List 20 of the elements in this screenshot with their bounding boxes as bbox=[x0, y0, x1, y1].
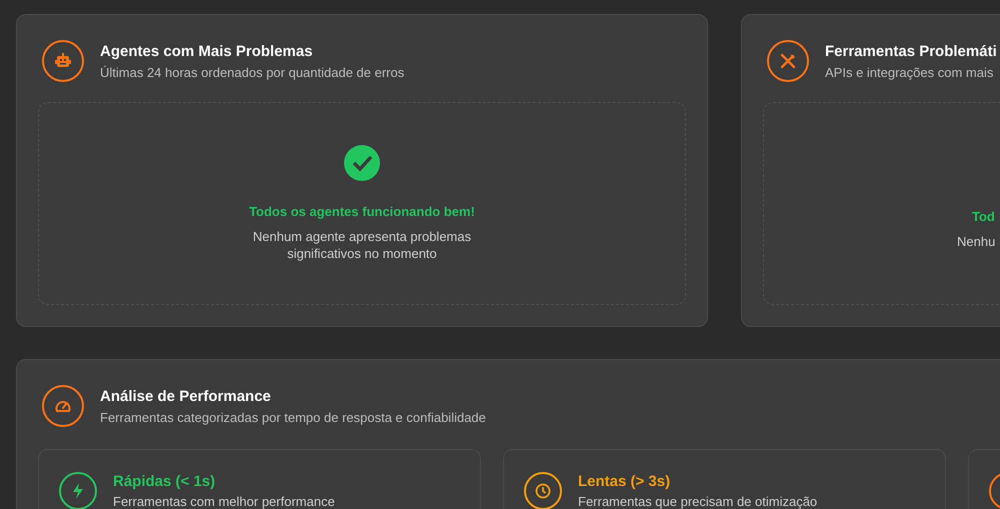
robot-icon bbox=[54, 52, 72, 70]
lightning-icon bbox=[72, 483, 84, 499]
category-title: Lentas (> 3s) bbox=[578, 473, 672, 490]
panel-subtitle: Últimas 24 horas ordenados por quantidade de erros bbox=[100, 64, 404, 80]
gauge-icon bbox=[55, 399, 71, 413]
category-subtitle: Ferramentas que precisam de otimização bbox=[578, 494, 818, 509]
section-subtitle: Ferramentas categorizadas por tempo de resposta e confiabilidade bbox=[100, 410, 486, 424]
panel-title: Ferramentas Problemáti bbox=[825, 42, 997, 60]
category-title: Rápidas (< 1s) bbox=[113, 473, 216, 490]
check-icon bbox=[344, 145, 380, 181]
empty-state-title: Todos os agentes funcionando bem! bbox=[249, 204, 475, 219]
empty-state-message: Nenhu bbox=[957, 232, 996, 250]
empty-state-message: Nenhum agente apresenta problemas significativos no momento bbox=[252, 228, 472, 262]
section-title: Análise de Performance bbox=[100, 388, 272, 404]
panel-subtitle: APIs e integrações com mais bbox=[825, 64, 994, 80]
category-subtitle: Ferramentas com melhor performance bbox=[113, 494, 335, 509]
clock-icon bbox=[535, 483, 551, 499]
panel-title: Agentes com Mais Problemas bbox=[100, 42, 314, 60]
empty-state-title: Tod bbox=[971, 208, 995, 224]
tools-icon bbox=[779, 52, 797, 70]
